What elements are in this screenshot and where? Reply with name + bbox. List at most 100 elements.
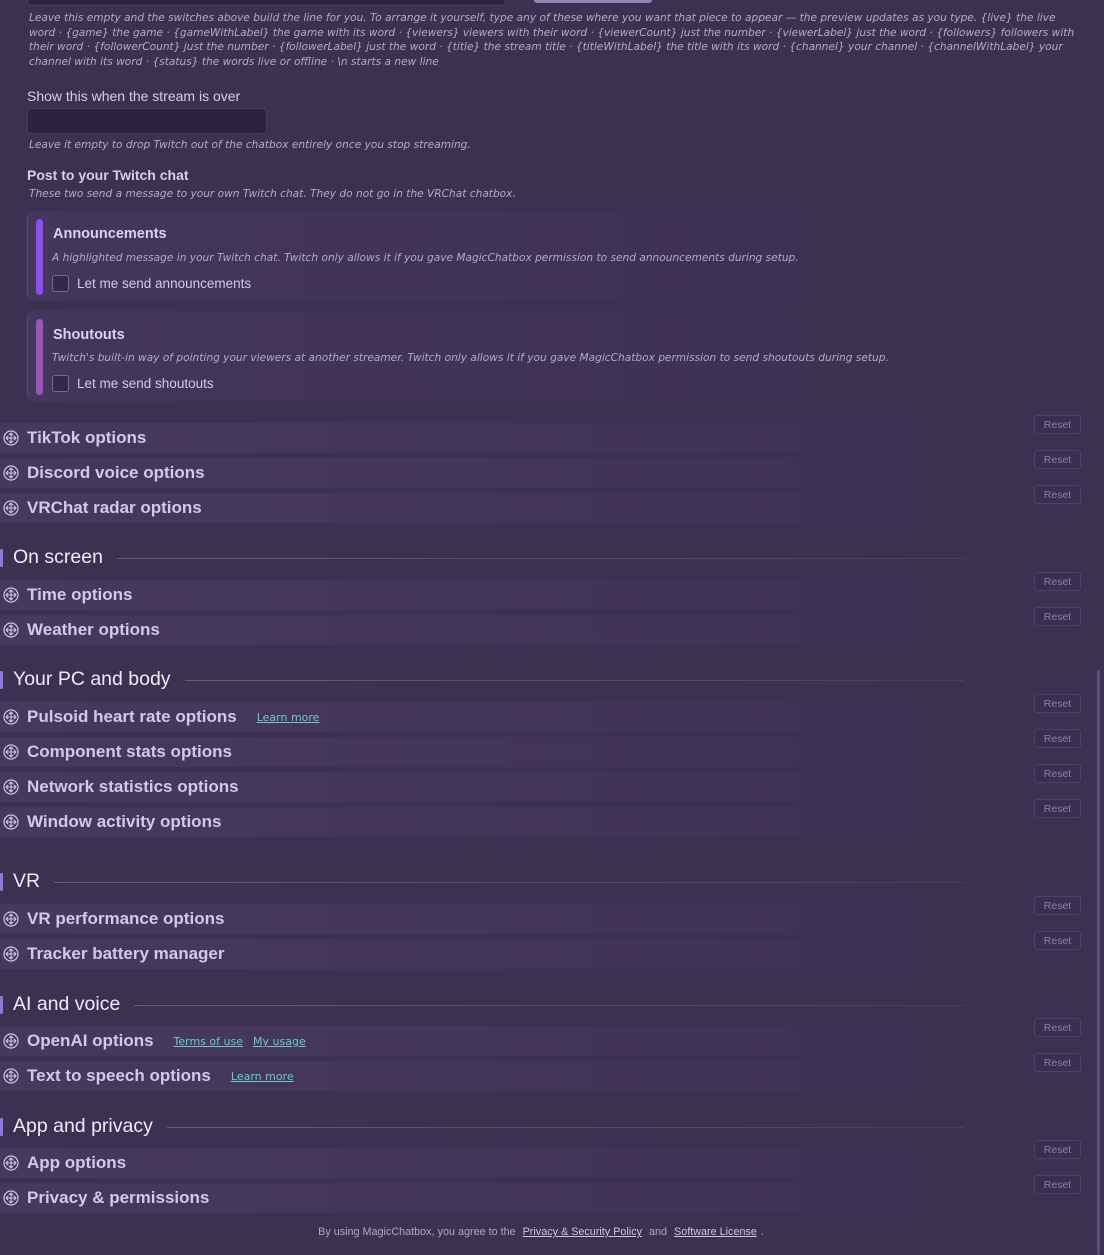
group-header-app-and-privacy: App and privacy [0,1115,1104,1139]
move-arrows-icon[interactable] [3,744,19,760]
link-my-usage[interactable]: My usage [253,1035,306,1048]
section-title[interactable]: OpenAI options [27,1031,154,1051]
move-arrows-icon[interactable] [3,946,19,962]
group-title: AI and voice [13,993,121,1015]
section-network-statistics-options[interactable]: Network statistics options [0,772,1000,802]
section-title[interactable]: Time options [27,585,132,605]
reset-button[interactable]: Reset [1034,799,1081,818]
announcements-checkbox-row[interactable]: Let me send announcements [52,275,251,292]
reset-button[interactable]: Reset [1034,694,1081,713]
move-arrows-icon[interactable] [3,587,19,603]
slider-edge[interactable] [534,0,652,3]
reset-button[interactable]: Reset [1034,1140,1081,1159]
section-openai-options[interactable]: OpenAI options [0,1026,1000,1056]
section-window-activity-options[interactable]: Window activity options [0,807,1000,837]
section-title[interactable]: VR performance options [27,909,224,929]
section-tiktok-options[interactable]: TikTok options [0,423,1000,453]
section-app-options[interactable]: App options [0,1148,1000,1178]
move-arrows-icon[interactable] [3,622,19,638]
footer: By using MagicChatbox, you agree to the … [0,1226,1082,1238]
group-divider [116,558,964,559]
section-title[interactable]: Discord voice options [27,463,205,483]
reset-button[interactable]: Reset [1034,1053,1081,1072]
announcements-accent [36,219,43,295]
section-title[interactable]: Tracker battery manager [27,944,225,964]
reset-button[interactable]: Reset [1034,896,1081,915]
announcements-title: Announcements [53,226,167,242]
section-weather-options[interactable]: Weather options [0,615,1000,645]
move-arrows-icon[interactable] [3,430,19,446]
section-component-stats-options[interactable]: Component stats options [0,737,1000,767]
move-arrows-icon[interactable] [3,911,19,927]
move-arrows-icon[interactable] [3,814,19,830]
link-learn-more[interactable]: Learn more [231,1070,294,1083]
move-arrows-icon[interactable] [3,465,19,481]
section-time-options[interactable]: Time options [0,580,1000,610]
section-title[interactable]: Text to speech options [27,1066,211,1086]
shoutouts-checkbox[interactable] [52,375,69,392]
group-accent-bar [0,1118,3,1136]
section-title[interactable]: VRChat radar options [27,498,202,518]
group-header-your-pc-and-body: Your PC and body [0,668,1104,692]
announcements-checkbox-label[interactable]: Let me send announcements [77,276,251,291]
section-title[interactable]: Network statistics options [27,777,239,797]
section-text-to-speech-options[interactable]: Text to speech options [0,1061,1000,1091]
section-pulsoid-heart-rate-options[interactable]: Pulsoid heart rate options [0,702,1000,732]
reset-button[interactable]: Reset [1034,485,1081,504]
footer-and: and [649,1226,668,1238]
section-title[interactable]: Component stats options [27,742,232,762]
group-accent-bar [0,873,3,891]
group-divider [166,1127,964,1128]
group-divider [54,882,964,883]
offline-text-input[interactable] [27,108,267,134]
section-links: Learn more [231,1070,294,1083]
reset-button[interactable]: Reset [1034,1018,1081,1037]
link-terms-of-use[interactable]: Terms of use [174,1035,243,1048]
section-vrchat-radar-options[interactable]: VRChat radar options [0,493,1000,523]
reset-button[interactable]: Reset [1034,931,1081,950]
move-arrows-icon[interactable] [3,709,19,725]
reset-button[interactable]: Reset [1034,764,1081,783]
group-title: VR [13,870,41,892]
announcements-checkbox[interactable] [52,275,69,292]
format-hint: Leave this empty and the switches above … [29,12,1075,68]
section-title[interactable]: Weather options [27,620,160,640]
move-arrows-icon[interactable] [3,1190,19,1206]
section-title[interactable]: Privacy & permissions [27,1188,209,1208]
section-tracker-battery-manager[interactable]: Tracker battery manager [0,939,1000,969]
shoutouts-accent [36,319,43,395]
move-arrows-icon[interactable] [3,1155,19,1171]
shoutouts-checkbox-row[interactable]: Let me send shoutouts [52,375,214,392]
link-learn-more[interactable]: Learn more [257,711,320,724]
shoutouts-checkbox-label[interactable]: Let me send shoutouts [77,376,214,391]
offline-hint: Leave it empty to drop Twitch out of the… [29,139,471,151]
section-discord-voice-options[interactable]: Discord voice options [0,458,1000,488]
move-arrows-icon[interactable] [3,500,19,516]
group-accent-bar [0,549,3,567]
group-title: App and privacy [13,1115,153,1137]
move-arrows-icon[interactable] [3,1068,19,1084]
shoutouts-card: Shoutouts Twitch's built-in way of point… [27,311,1077,401]
privacy-policy-link[interactable]: Privacy & Security Policy [523,1226,642,1238]
reset-button[interactable]: Reset [1034,607,1081,626]
post-chat-label: Post to your Twitch chat [27,167,189,183]
reset-button[interactable]: Reset [1034,415,1081,434]
software-license-link[interactable]: Software License [674,1226,757,1238]
section-title[interactable]: TikTok options [27,428,146,448]
scrollbar[interactable] [1097,670,1100,1255]
section-vr-performance-options[interactable]: VR performance options [0,904,1000,934]
section-title[interactable]: App options [27,1153,126,1173]
reset-button[interactable]: Reset [1034,450,1081,469]
reset-button[interactable]: Reset [1034,572,1081,591]
section-title[interactable]: Window activity options [27,812,221,832]
group-accent-bar [0,671,3,689]
move-arrows-icon[interactable] [3,779,19,795]
announcements-desc: A highlighted message in your Twitch cha… [52,252,799,264]
section-privacy-and-permissions[interactable]: Privacy & permissions [0,1183,1000,1213]
reset-button[interactable]: Reset [1034,1175,1081,1194]
group-divider [134,1005,964,1006]
reset-button[interactable]: Reset [1034,729,1081,748]
move-arrows-icon[interactable] [3,1033,19,1049]
section-title[interactable]: Pulsoid heart rate options [27,707,237,727]
format-input-edge[interactable] [27,0,506,6]
